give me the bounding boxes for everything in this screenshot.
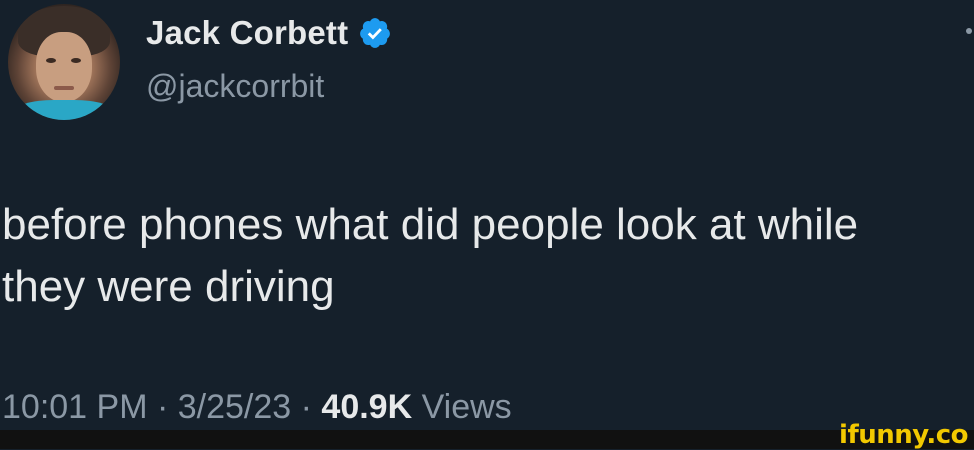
avatar-eye-left	[46, 58, 56, 63]
author-name-row: Jack Corbett	[146, 14, 392, 52]
tweet-text: before phones what did people look at wh…	[2, 200, 859, 311]
tweet-date[interactable]: 3/25/23	[178, 388, 291, 426]
avatar[interactable]	[8, 4, 120, 120]
meta-separator: ·	[291, 388, 322, 426]
avatar-shirt	[14, 100, 114, 120]
views-count[interactable]: 40.9K	[321, 388, 412, 426]
verified-badge-icon[interactable]	[358, 16, 392, 50]
author-handle[interactable]: @jackcorrbit	[146, 68, 324, 105]
tweet-card: Jack Corbett @jackcorrbit before phones …	[0, 0, 974, 430]
avatar-mouth	[54, 86, 74, 90]
avatar-eye-right	[71, 58, 81, 63]
meta-separator: ·	[147, 388, 178, 426]
more-options-icon[interactable]	[966, 28, 972, 34]
ifunny-watermark: ifunny.co	[839, 420, 968, 450]
watermark-bar	[0, 430, 974, 449]
author-display-name[interactable]: Jack Corbett	[146, 14, 348, 52]
tweet-meta: 10:01 PM · 3/25/23 · 40.9K Views	[2, 388, 512, 427]
views-label: Views	[412, 388, 512, 426]
tweet-time[interactable]: 10:01 PM	[2, 388, 148, 426]
avatar-face	[36, 32, 92, 102]
